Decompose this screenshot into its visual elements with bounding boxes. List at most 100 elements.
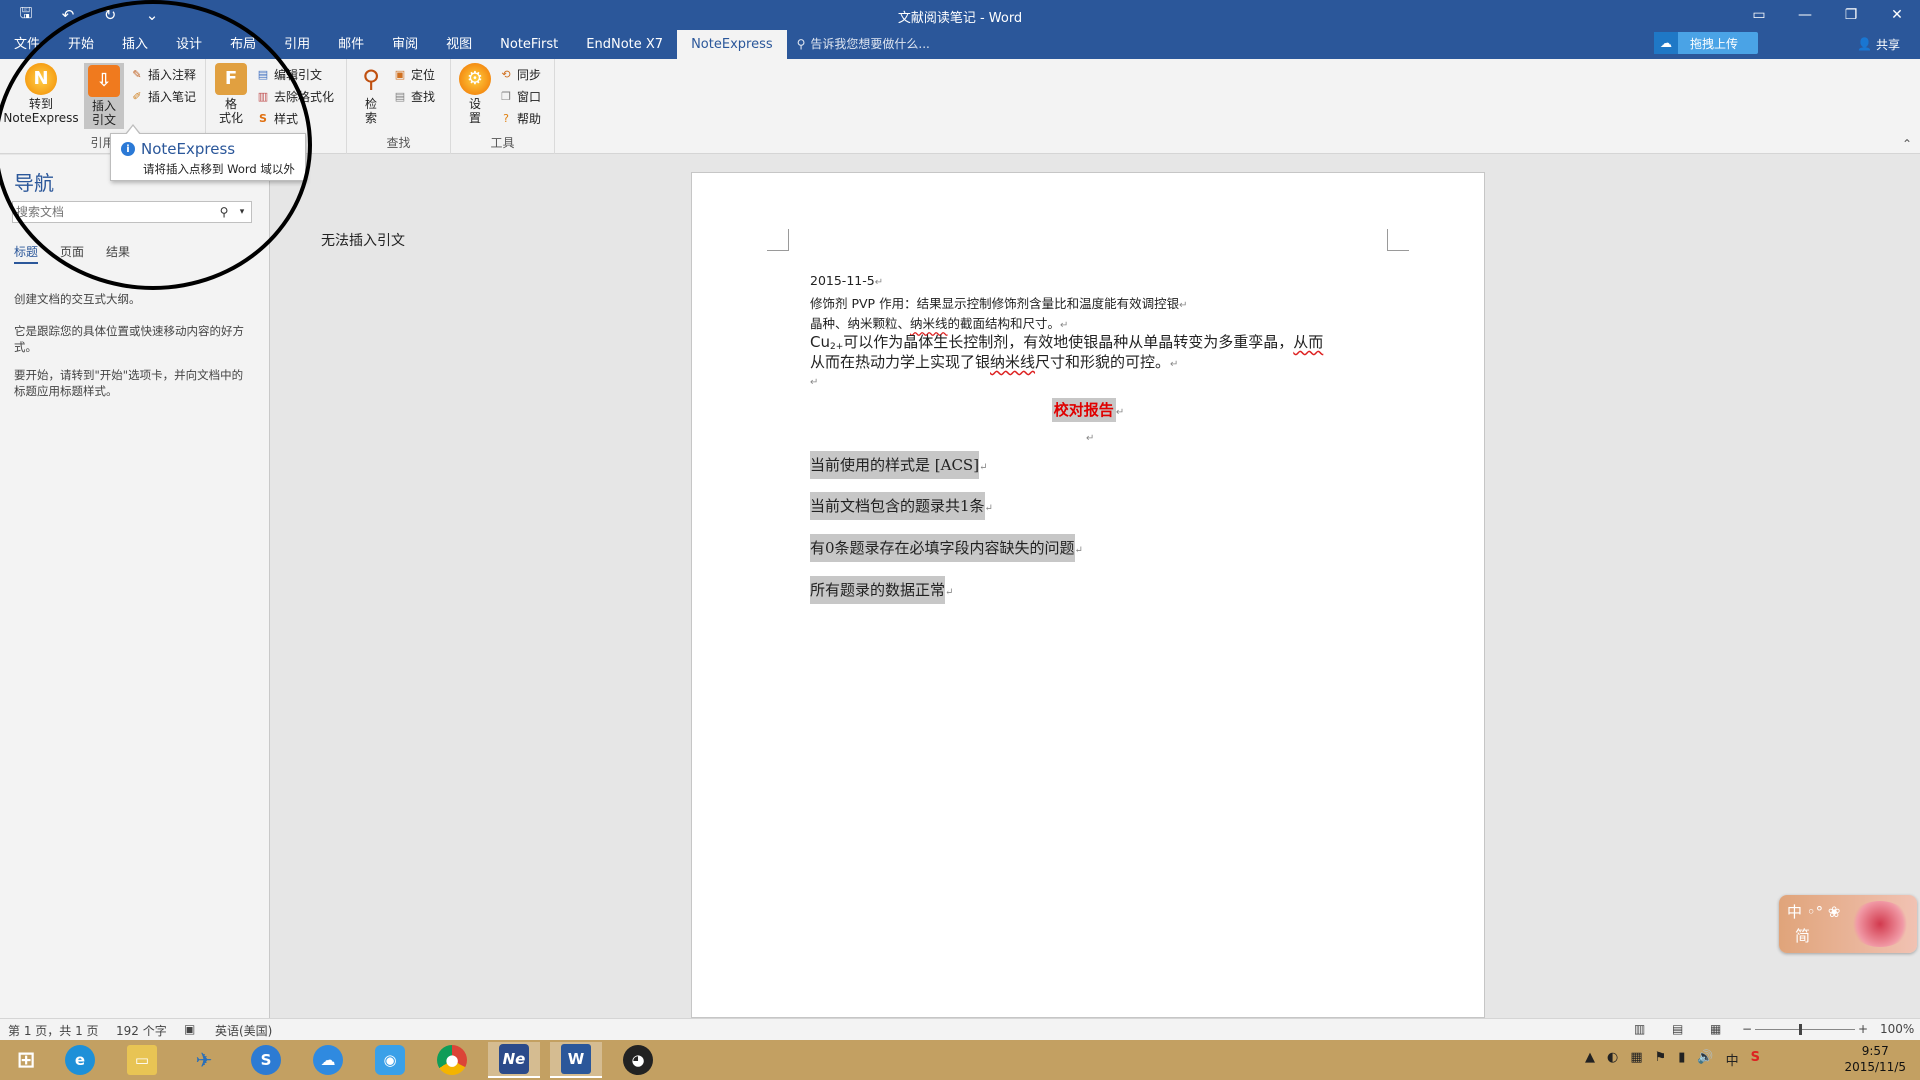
insert-citation-button[interactable]: ⇩ 插入 引文: [84, 63, 124, 129]
zoom-in-icon[interactable]: +: [1858, 1022, 1868, 1036]
goto-noteexpress-button[interactable]: N 转到 NoteExpress: [3, 63, 79, 125]
edit-citation-button[interactable]: ▤ 编辑引文: [256, 64, 322, 84]
nav-tab-headings[interactable]: 标题: [14, 243, 39, 264]
doc-empty-line: ↵: [810, 373, 818, 388]
nav-tab-pages[interactable]: 页面: [60, 243, 84, 264]
start-button[interactable]: ⊞: [0, 1042, 52, 1078]
nav-search-box: ⚲ ▾: [12, 201, 252, 223]
sogou-icon: S: [251, 1045, 281, 1075]
ime-status-widget[interactable]: 中 ◦° ❀ 简: [1779, 895, 1917, 953]
input-language-icon[interactable]: 中: [1726, 1050, 1739, 1069]
ribbon-display-options-icon[interactable]: ▭: [1736, 0, 1782, 30]
tab-noteexpress[interactable]: NoteExpress: [677, 30, 787, 59]
tray-expand-icon[interactable]: ▲: [1585, 1050, 1595, 1069]
find-button[interactable]: ▤ 查找: [393, 86, 435, 106]
chevron-down-icon[interactable]: ▾: [233, 207, 251, 217]
taskbar-app-blue[interactable]: ◉: [364, 1042, 416, 1078]
clock[interactable]: 9:57 2015/11/5: [1844, 1043, 1906, 1075]
tab-layout[interactable]: 布局: [216, 30, 270, 59]
nav-tab-results[interactable]: 结果: [106, 243, 130, 264]
tab-file[interactable]: 文件: [0, 30, 54, 59]
title-bar: 🖫 ↶ ↻ ⌄ 文献阅读笔记 - Word ▭ — ❐ ✕: [0, 0, 1920, 30]
taskbar-noteexpress[interactable]: Ne: [488, 1042, 540, 1078]
close-button[interactable]: ✕: [1874, 0, 1920, 30]
proofing-icon[interactable]: ▣: [184, 1022, 195, 1036]
insert-notebook-button[interactable]: ✐ 插入笔记: [130, 86, 196, 106]
volume-icon[interactable]: 🔊: [1697, 1050, 1713, 1069]
nav-help-text-1: 创建文档的交互式大纲。: [14, 292, 141, 306]
clock-time: 9:57: [1861, 1044, 1889, 1058]
baidu-cloud-icon: ☁: [313, 1045, 343, 1075]
tab-endnote[interactable]: EndNote X7: [572, 30, 677, 59]
sync-button[interactable]: ⟲ 同步: [499, 64, 541, 84]
taskbar-chrome[interactable]: ●: [426, 1042, 478, 1078]
word-count[interactable]: 192 个字: [116, 1022, 167, 1039]
zoom-level[interactable]: 100%: [1880, 1022, 1914, 1036]
action-center-icon[interactable]: ⚑: [1655, 1050, 1667, 1069]
tab-review[interactable]: 审阅: [378, 30, 432, 59]
zoom-out-icon[interactable]: −: [1742, 1022, 1752, 1036]
locate-icon: ▣: [394, 67, 406, 81]
insert-citation-label-1: 插入: [91, 99, 116, 113]
window-icon: ❐: [501, 89, 511, 103]
tab-design[interactable]: 设计: [162, 30, 216, 59]
line2-text: 修饰剂 PVP 作用：结果显示控制修饰剂含量比和温度能有效调控银: [810, 296, 1180, 311]
share-label: 共享: [1875, 37, 1900, 52]
document-page[interactable]: 2015-11-5↵ 修饰剂 PVP 作用：结果显示控制修饰剂含量比和温度能有效…: [691, 172, 1485, 1018]
insert-note-button[interactable]: ✎ 插入注释: [130, 64, 196, 84]
sogou-tray-icon[interactable]: S: [1751, 1050, 1760, 1069]
remove-format-button[interactable]: ▥ 去除格式化: [256, 86, 334, 106]
person-icon: 👤: [1857, 37, 1872, 51]
tab-home[interactable]: 开始: [54, 30, 108, 59]
line5a-text: 从而在热动力学上实现了银: [810, 353, 991, 371]
print-layout-icon[interactable]: ▤: [1672, 1022, 1683, 1036]
taskbar-explorer[interactable]: ▭: [116, 1042, 168, 1078]
taskbar-app-bird[interactable]: ✈: [178, 1042, 230, 1078]
settings-button[interactable]: ⚙ 设 置: [459, 63, 491, 125]
format-button[interactable]: F 格 式化: [214, 63, 248, 125]
tab-mailings[interactable]: 邮件: [324, 30, 378, 59]
share-button[interactable]: 👤 共享: [1849, 32, 1908, 56]
taskbar-qq[interactable]: ◕: [612, 1042, 664, 1078]
tab-notefirst[interactable]: NoteFirst: [486, 30, 572, 59]
tray-app-icon[interactable]: ◐: [1607, 1050, 1618, 1069]
language[interactable]: 英语(美国): [215, 1022, 272, 1039]
cloud-upload-button[interactable]: ☁ 拖拽上传: [1654, 32, 1758, 54]
locate-button[interactable]: ▣ 定位: [393, 64, 435, 84]
page-count[interactable]: 第 1 页，共 1 页: [8, 1022, 99, 1039]
taskbar-sogou[interactable]: S: [240, 1042, 292, 1078]
report-title-row: 校对报告 ↵: [692, 398, 1484, 422]
style-label: 样式: [274, 111, 299, 126]
group-label-find: 查找: [386, 136, 411, 150]
window-button[interactable]: ❐ 窗口: [499, 86, 541, 106]
report-row-2: 当前文档包含的题录共1条↵: [810, 492, 993, 520]
style-button[interactable]: S 样式: [256, 108, 298, 128]
help-button[interactable]: ? 帮助: [499, 108, 541, 128]
tell-me-box[interactable]: ⚲ 告诉我您想要做什么...: [787, 30, 930, 59]
maximize-button[interactable]: ❐: [1828, 0, 1874, 30]
format-label-1: 格: [224, 97, 237, 111]
gear-icon: ⚙: [459, 63, 491, 95]
zoom-slider-track[interactable]: [1755, 1029, 1855, 1030]
insert-notebook-label: 插入笔记: [148, 89, 197, 104]
minimize-button[interactable]: —: [1782, 0, 1828, 30]
collapse-ribbon-icon[interactable]: ⌃: [1902, 137, 1912, 151]
nav-search-input[interactable]: [13, 205, 215, 219]
format-icon: F: [215, 63, 247, 95]
network-icon[interactable]: ▮: [1678, 1050, 1685, 1069]
line3b-text: 纳米线: [910, 316, 948, 331]
search-button[interactable]: ⚲ 检 索: [355, 63, 387, 125]
tab-view[interactable]: 视图: [432, 30, 486, 59]
read-mode-icon[interactable]: ▥: [1634, 1022, 1645, 1036]
tab-references[interactable]: 引用: [270, 30, 324, 59]
search-icon[interactable]: ⚲: [215, 205, 233, 219]
doc-empty-line: ↵: [1086, 429, 1094, 444]
tab-insert[interactable]: 插入: [108, 30, 162, 59]
nav-title: 导航: [14, 171, 54, 195]
web-layout-icon[interactable]: ▦: [1710, 1022, 1721, 1036]
tray-grid-icon[interactable]: ▦: [1630, 1050, 1642, 1069]
taskbar-word[interactable]: W: [550, 1042, 602, 1078]
taskbar-ie[interactable]: e: [54, 1042, 106, 1078]
taskbar-baidu-cloud[interactable]: ☁: [302, 1042, 354, 1078]
zoom-slider-thumb[interactable]: [1799, 1024, 1802, 1035]
